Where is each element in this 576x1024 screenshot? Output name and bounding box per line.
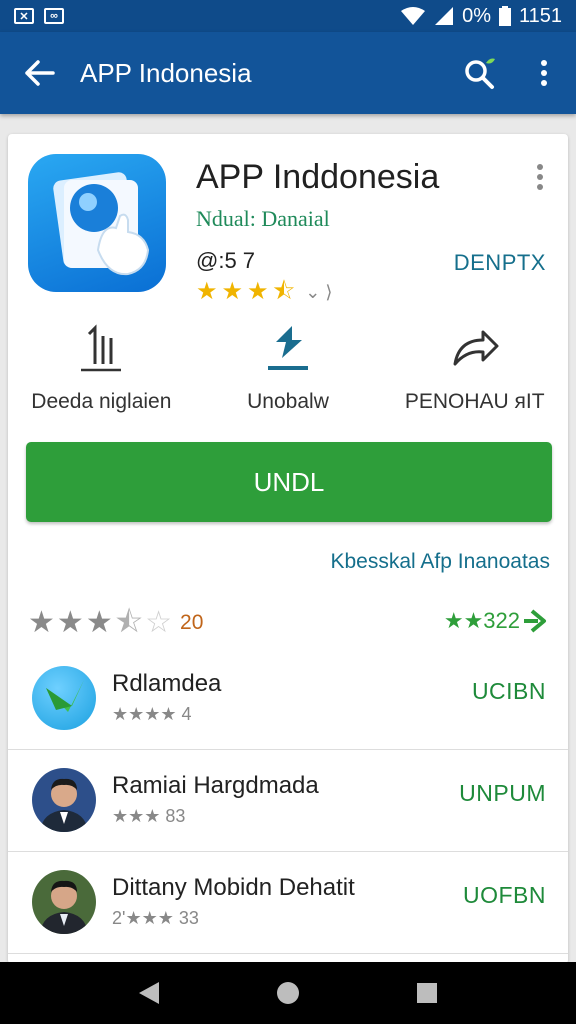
- rating-value: @:5 7: [196, 248, 256, 273]
- app-star-rating: ★ ★ ★ ⯪ ⌄ ⟩: [196, 280, 332, 304]
- star-suffix: ⌄ ⟩: [305, 281, 333, 302]
- related-list: Rdlamdea ★★★★ 4 UCIBN Ramiai Hargdmada ★…: [8, 648, 568, 954]
- rating-summary: ★ ★ ★ ⯪ ☆ 20: [28, 608, 203, 638]
- action-label: PENOHAU ᴙIT: [404, 390, 545, 413]
- download-arrow-icon: [268, 326, 308, 370]
- arrow-right-icon: [524, 609, 546, 633]
- wifi-icon: [401, 7, 426, 25]
- list-item-name: Ramiai Hargdmada: [112, 772, 319, 799]
- clock: 1151: [518, 4, 562, 27]
- action-label: Deeda niglaien: [31, 390, 172, 413]
- list-item-action-button[interactable]: UNPUM: [459, 780, 546, 807]
- app-name: APP Inddonesia: [196, 158, 440, 196]
- similar-apps-link[interactable]: Kbesskal Afp Inanoatas: [331, 550, 551, 574]
- star-icon: ★: [196, 278, 218, 305]
- notification-x-icon: ✕: [14, 8, 34, 24]
- list-item-stars: ★★★★ 4: [112, 704, 192, 724]
- person-avatar: [32, 870, 96, 934]
- card-overflow-button[interactable]: [528, 162, 552, 192]
- half-star-icon: ⯪: [272, 278, 296, 305]
- developer-name[interactable]: Ndual: Danaial: [196, 206, 330, 232]
- nav-recents-icon: [416, 983, 437, 1003]
- list-item[interactable]: Ramiai Hargdmada ★★★ 83 UNPUM: [8, 750, 568, 852]
- empty-star-icon: ☆: [145, 606, 173, 639]
- star-icon: ★: [85, 606, 113, 639]
- action-row: Deeda niglaien Unobalw PENOHAU ᴙIT: [8, 324, 568, 424]
- rating-count: 20: [180, 611, 204, 634]
- search-button[interactable]: [448, 32, 512, 114]
- nav-back-icon: [139, 982, 160, 1004]
- system-nav-bar: [0, 962, 576, 1024]
- more-vert-icon: [541, 60, 547, 86]
- app-bar-title: APP Indonesia: [80, 57, 252, 88]
- action-rank[interactable]: Deeda niglaien: [8, 324, 195, 424]
- star-icon: ★: [56, 606, 84, 639]
- list-item-name: Rdlamdea: [112, 670, 222, 697]
- search-icon: [465, 58, 495, 89]
- list-item-name: Dittany Mobidn Dehatit: [112, 874, 355, 901]
- action-label: Unobalw: [247, 390, 329, 413]
- app-logo-avatar: [32, 666, 96, 730]
- action-download[interactable]: Unobalw: [195, 324, 382, 424]
- nav-recents-button[interactable]: [397, 963, 457, 1023]
- list-item[interactable]: Dittany Mobidn Dehatit 2'★★★ 33 UOFBN: [8, 852, 568, 954]
- nav-home-button[interactable]: [258, 963, 318, 1023]
- status-bar: ✕ ∞ 0% 1151: [0, 0, 576, 32]
- overflow-menu-button[interactable]: [512, 32, 576, 114]
- install-button[interactable]: UNDL: [26, 442, 552, 522]
- person-avatar: [32, 768, 96, 832]
- app-logo-icon: [28, 154, 166, 292]
- back-arrow-icon: [25, 60, 55, 86]
- list-item-stars: ★★★ 83: [112, 806, 186, 826]
- app-bar: APP Indonesia: [0, 32, 576, 114]
- battery-icon: [498, 6, 511, 26]
- developer-tag[interactable]: DENPTX: [454, 250, 546, 276]
- star-icon: ★: [247, 278, 269, 305]
- share-arrow-icon: [453, 330, 499, 366]
- star-icon: ★: [28, 606, 55, 639]
- action-share[interactable]: PENOHAU ᴙIT: [381, 324, 568, 424]
- battery-text: 0%: [462, 4, 491, 27]
- list-item[interactable]: Rdlamdea ★★★★ 4 UCIBN: [8, 648, 568, 750]
- half-star-icon: ⯪: [114, 606, 144, 639]
- list-item-action-button[interactable]: UCIBN: [472, 678, 546, 705]
- nav-home-icon: [276, 982, 299, 1004]
- notification-mail-icon: ∞: [44, 8, 64, 24]
- list-item-stars: 2'★★★ 33: [112, 908, 199, 928]
- green-rating-text: ★★322: [443, 608, 520, 633]
- app-detail-card: APP Inddonesia Ndual: Danaial @:5 7 ★ ★ …: [8, 134, 568, 964]
- rank-icon: [81, 324, 122, 372]
- back-button[interactable]: [0, 32, 80, 114]
- nav-back-button[interactable]: [119, 963, 179, 1023]
- signal-icon: [435, 7, 454, 25]
- list-item-action-button[interactable]: UOFBN: [463, 882, 546, 909]
- green-rating-link[interactable]: ★★322: [444, 608, 548, 634]
- star-icon: ★: [221, 278, 244, 305]
- more-vert-icon: [537, 164, 543, 190]
